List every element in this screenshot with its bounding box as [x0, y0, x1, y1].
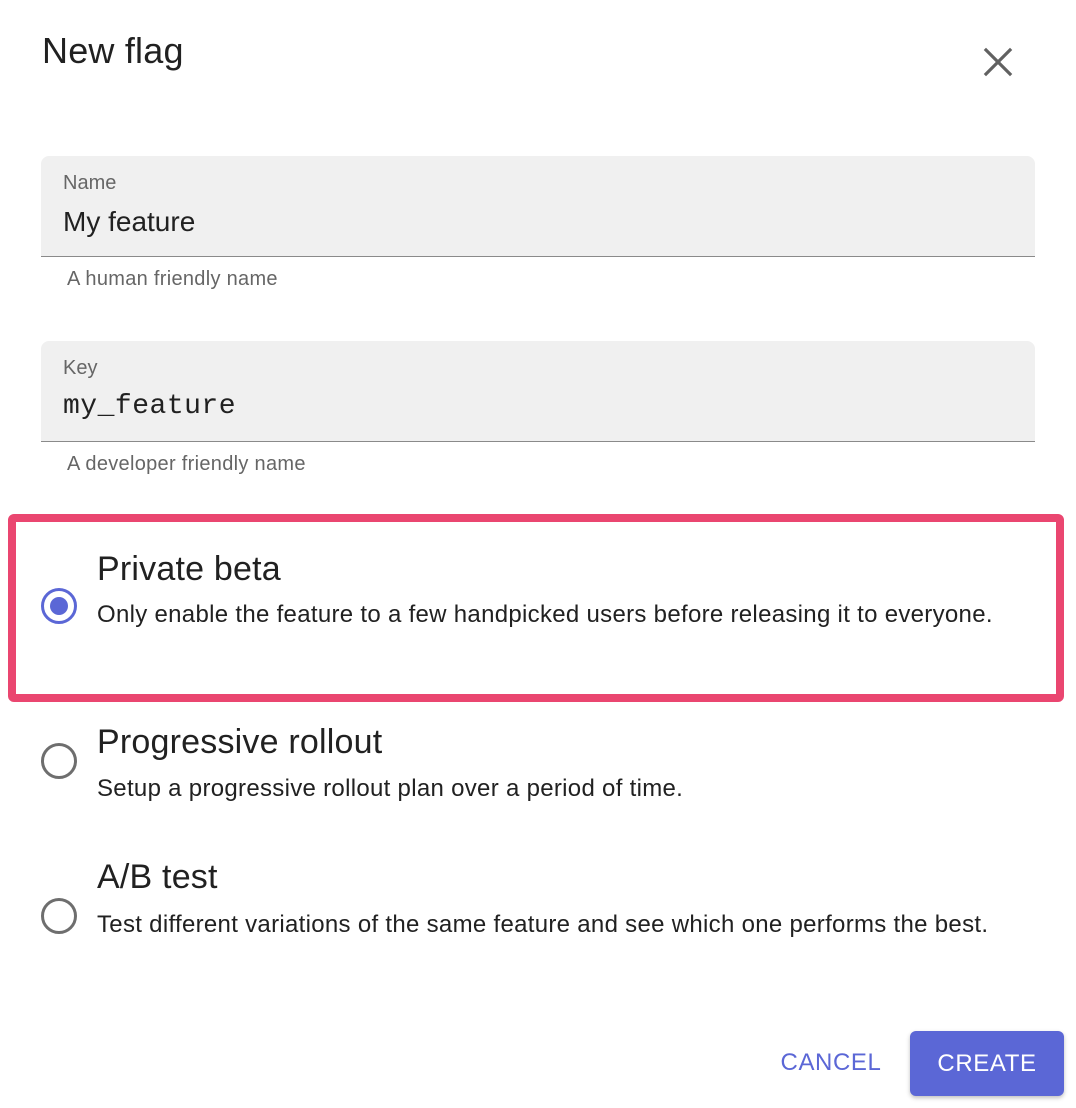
option-private-beta[interactable]: Private beta Only enable the feature to …	[0, 540, 1076, 680]
cancel-button[interactable]: CANCEL	[768, 1031, 894, 1095]
key-input[interactable]	[63, 391, 1013, 422]
private-beta-radio[interactable]	[41, 588, 77, 624]
dialog-title: New flag	[42, 30, 184, 71]
key-helper-text: A developer friendly name	[67, 453, 306, 475]
radio-checked-dot	[50, 597, 68, 615]
option-progressive-rollout[interactable]: Progressive rollout Setup a progressive …	[0, 715, 1076, 815]
progressive-rollout-description: Setup a progressive rollout plan over a …	[97, 775, 684, 802]
name-input[interactable]	[63, 206, 1013, 238]
private-beta-description: Only enable the feature to a few handpic…	[97, 601, 993, 628]
name-helper-text: A human friendly name	[67, 268, 278, 290]
new-flag-dialog: New flag Name A human friendly name Key …	[0, 0, 1076, 1108]
close-icon	[983, 47, 1013, 77]
ab-test-description: Test different variations of the same fe…	[97, 911, 989, 938]
name-field-label: Name	[63, 172, 117, 194]
progressive-rollout-radio[interactable]	[41, 743, 77, 779]
private-beta-title: Private beta	[97, 550, 281, 588]
ab-test-title: A/B test	[97, 858, 218, 896]
progressive-rollout-title: Progressive rollout	[97, 723, 383, 761]
name-field[interactable]: Name	[41, 156, 1035, 257]
create-button[interactable]: CREATE	[910, 1031, 1064, 1096]
key-field[interactable]: Key	[41, 341, 1035, 442]
ab-test-radio[interactable]	[41, 898, 77, 934]
close-button[interactable]	[974, 38, 1022, 86]
option-ab-test[interactable]: A/B test Test different variations of th…	[0, 850, 1076, 990]
key-field-label: Key	[63, 357, 98, 379]
